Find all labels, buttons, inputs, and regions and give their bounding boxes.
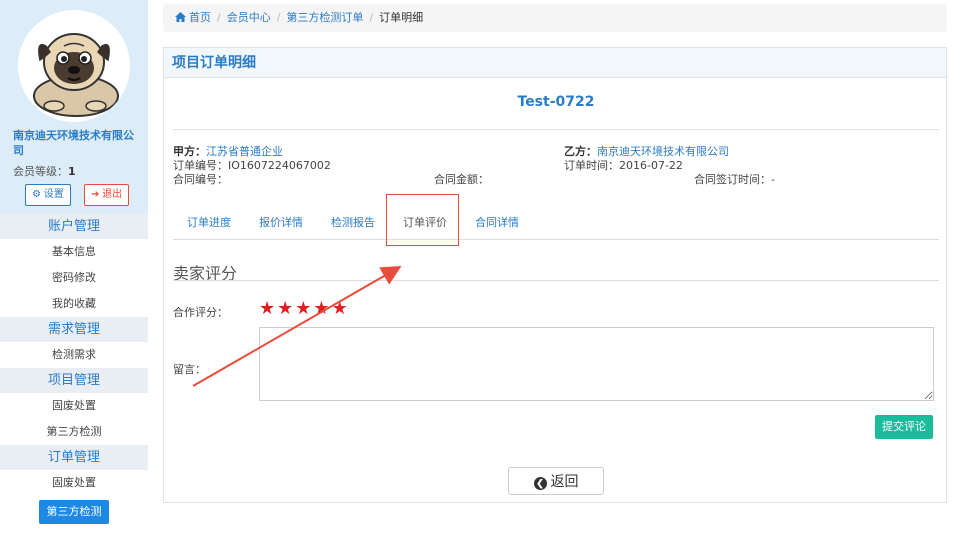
menu-item-project-waste[interactable]: 固废处置 <box>0 393 148 419</box>
order-number: 订单编号：IO1607224067002 <box>173 159 331 172</box>
company-name: 南京迪天环境技术有限公司 <box>13 129 134 157</box>
menu-group-account[interactable]: 账户管理 <box>0 214 148 239</box>
contract-sign-time: 合同签订时间：- <box>694 173 775 186</box>
tab-quote-details[interactable]: 报价详情 <box>259 212 303 240</box>
contract-amount-text: 合同金额： <box>434 173 489 186</box>
contract-number: 合同编号： <box>173 173 228 186</box>
tab-order-progress[interactable]: 订单进度 <box>187 212 231 240</box>
order-number-text: 订单编号：IO1607224067002 <box>173 159 331 172</box>
breadcrumb-current: 订单明细 <box>379 11 424 24</box>
home-icon <box>175 5 186 33</box>
back-arrow-icon: ❮ <box>533 477 547 490</box>
breadcrumb-member-center[interactable]: 会员中心 <box>227 11 271 24</box>
page: 南京迪天环境技术有限公司 会员等级：1 ⚙ 设置 ➜ 退出 账户管理 基本信息 … <box>0 0 960 534</box>
logout-icon: ➜ <box>91 189 100 200</box>
panel-heading: 项目订单明细 <box>164 48 946 78</box>
breadcrumb-separator: / <box>369 11 374 24</box>
star-icon[interactable]: ★ <box>277 300 295 318</box>
menu-item-test-demand[interactable]: 检测需求 <box>0 342 148 368</box>
menu-group-demand[interactable]: 需求管理 <box>0 317 148 342</box>
member-level: 会员等级：1 <box>13 163 76 179</box>
tab-contract-details[interactable]: 合同详情 <box>475 212 519 240</box>
star-icon[interactable]: ★ <box>332 300 350 318</box>
contract-number-text: 合同编号： <box>173 173 228 186</box>
order-title: Test-0722 <box>517 94 595 110</box>
settings-button[interactable]: ⚙ 设置 <box>25 184 71 206</box>
sidebar-menu: 账户管理 基本信息 密码修改 我的收藏 需求管理 检测需求 项目管理 固废处置 … <box>0 214 148 524</box>
breadcrumb-third-party-orders[interactable]: 第三方检测订单 <box>286 11 363 24</box>
member-level-value: 1 <box>68 165 76 178</box>
comment-textarea[interactable] <box>259 327 934 401</box>
breadcrumb-home[interactable]: 首页 <box>189 11 211 24</box>
party-b-value[interactable]: 南京迪天环境技术有限公司 <box>597 145 729 158</box>
divider <box>173 129 939 130</box>
order-time-text: 订单时间：2016-07-22 <box>564 159 683 172</box>
menu-group-order[interactable]: 订单管理 <box>0 445 148 470</box>
party-a-value[interactable]: 江苏省普通企业 <box>206 145 283 158</box>
tab-bar: 订单进度 报价详情 检测报告 订单评价 合同详情 <box>173 212 939 240</box>
star-icon[interactable]: ★ <box>313 300 331 318</box>
menu-item-project-third-party[interactable]: 第三方检测 <box>0 419 148 445</box>
star-rating[interactable]: ★★★★★ <box>259 300 350 318</box>
party-b-label: 乙方： <box>564 145 597 158</box>
sidebar: 南京迪天环境技术有限公司 会员等级：1 ⚙ 设置 ➜ 退出 账户管理 基本信息 … <box>0 0 148 534</box>
menu-item-password[interactable]: 密码修改 <box>0 265 148 291</box>
menu-item-order-third-party[interactable]: 第三方检测 <box>39 500 109 524</box>
tab-test-report[interactable]: 检测报告 <box>331 212 375 240</box>
back-label: 返回 <box>550 473 579 489</box>
menu-item-order-waste[interactable]: 固废处置 <box>0 470 148 496</box>
menu-group-project[interactable]: 项目管理 <box>0 368 148 393</box>
submit-review-button[interactable]: 提交评论 <box>875 415 933 439</box>
section-divider <box>173 280 939 281</box>
star-icon[interactable]: ★ <box>295 300 313 318</box>
pug-avatar-image <box>18 10 130 122</box>
member-level-label: 会员等级： <box>13 165 68 178</box>
breadcrumb: 首页 / 会员中心 / 第三方检测订单 / 订单明细 <box>163 4 947 32</box>
logout-button[interactable]: ➜ 退出 <box>84 184 130 206</box>
comment-label: 留言： <box>173 363 206 376</box>
contract-sign-time-text: 合同签订时间：- <box>694 173 775 186</box>
breadcrumb-separator: / <box>217 11 221 24</box>
settings-label: 设置 <box>43 189 64 200</box>
menu-item-favorites[interactable]: 我的收藏 <box>0 291 148 317</box>
rating-label: 合作评分： <box>173 306 228 319</box>
back-button[interactable]: ❮ 返回 <box>508 467 604 495</box>
party-a: 甲方：江苏省普通企业 <box>173 145 283 158</box>
star-icon[interactable]: ★ <box>259 300 277 318</box>
gear-icon: ⚙ <box>32 189 41 200</box>
party-b: 乙方：南京迪天环境技术有限公司 <box>564 145 729 158</box>
breadcrumb-separator: / <box>276 11 281 24</box>
order-time: 订单时间：2016-07-22 <box>564 159 683 172</box>
contract-amount: 合同金额： <box>434 173 489 186</box>
annotation-highlight-box <box>386 194 459 246</box>
order-detail-panel: 项目订单明细 Test-0722 甲方：江苏省普通企业 订单编号：IO16072… <box>163 47 947 503</box>
logout-label: 退出 <box>102 189 123 200</box>
party-a-label: 甲方： <box>173 145 206 158</box>
avatar <box>18 10 130 122</box>
profile-card: 南京迪天环境技术有限公司 会员等级：1 ⚙ 设置 ➜ 退出 <box>0 0 148 214</box>
menu-item-basic-info[interactable]: 基本信息 <box>0 239 148 265</box>
